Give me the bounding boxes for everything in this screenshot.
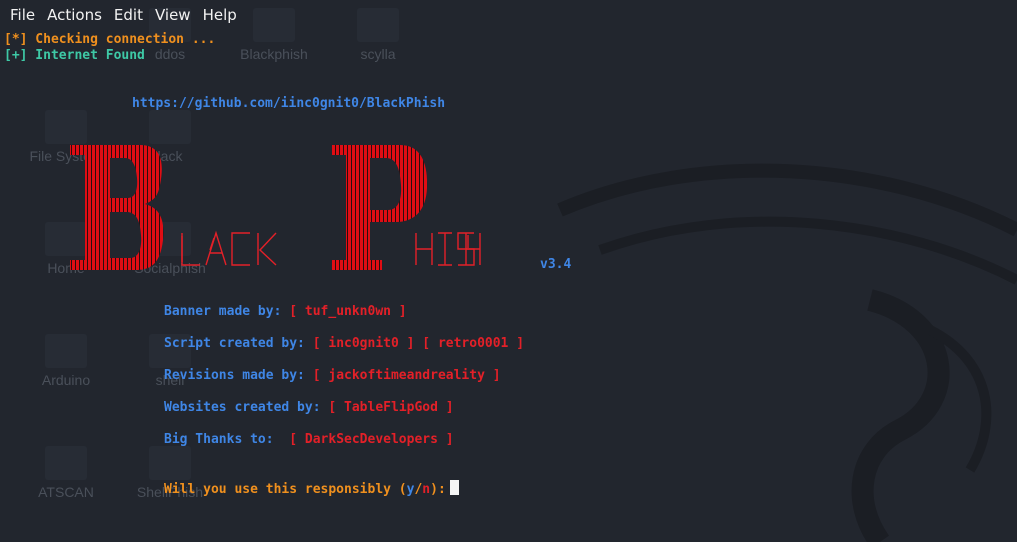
menu-help[interactable]: Help	[197, 6, 243, 24]
menu-actions[interactable]: Actions	[41, 6, 108, 24]
desktop-icon-label: Blackphish	[240, 46, 308, 62]
desktop-icon-label: ATSCAN	[38, 484, 94, 500]
credit-value: [ TableFlipGod ]	[328, 400, 454, 415]
credit-label: Script created by:	[164, 336, 305, 351]
credit-line-banner: Banner made by: [ tuf_unkn0wn ]	[164, 304, 407, 319]
desktop-icon-arduino[interactable]: Arduino	[6, 334, 126, 388]
credit-value: [ jackoftimeandreality ]	[312, 368, 501, 383]
folder-icon	[45, 334, 87, 368]
credit-value: [ DarkSecDevelopers ]	[281, 432, 454, 447]
credit-line-thanks: Big Thanks to: [ DarkSecDevelopers ]	[164, 432, 454, 447]
credit-line-revisions: Revisions made by: [ jackoftimeandrealit…	[164, 368, 501, 383]
logo-letter-b	[70, 145, 164, 270]
credit-value: [ inc0gnit0 ] [ retro0001 ]	[312, 336, 525, 351]
logo-letter-p	[332, 145, 428, 270]
credit-line-websites: Websites created by: [ TableFlipGod ]	[164, 400, 454, 415]
menu-view[interactable]: View	[149, 6, 197, 24]
desktop-icon-atscan[interactable]: ATSCAN	[6, 446, 126, 500]
credit-label: Revisions made by:	[164, 368, 305, 383]
menu-file[interactable]: File	[4, 6, 41, 24]
version-label: v3.4	[540, 257, 572, 272]
credit-label: Big Thanks to:	[164, 432, 274, 447]
logo-lack	[181, 230, 277, 266]
terminal-cursor[interactable]	[449, 480, 459, 495]
prompt-text: Will you use this responsibly (	[164, 482, 407, 497]
responsibility-prompt[interactable]: Will you use this responsibly (y/n):	[164, 480, 459, 497]
credit-label: Websites created by:	[164, 400, 321, 415]
credit-value: [ tuf_unkn0wn ]	[289, 304, 407, 319]
github-url: https://github.com/iinc0gnit0/BlackPhish	[132, 96, 446, 111]
folder-icon	[149, 110, 191, 144]
credit-label: Banner made by:	[164, 304, 282, 319]
folder-icon	[149, 446, 191, 480]
terminal-menubar: File Actions Edit View Help	[0, 0, 1017, 30]
status-checking-connection: [*] Checking connection ...	[4, 32, 216, 47]
prompt-no: n	[422, 482, 431, 497]
desktop-icon-label: Arduino	[41, 372, 91, 388]
status-internet-found: [+] Internet Found	[4, 48, 145, 63]
blackphish-ascii-logo	[70, 145, 481, 270]
menu-edit[interactable]: Edit	[108, 6, 149, 24]
credit-line-script: Script created by: [ inc0gnit0 ] [ retro…	[164, 336, 524, 351]
folder-icon	[45, 446, 87, 480]
prompt-end: ):	[430, 482, 446, 497]
desktop-icon-label: scylla	[360, 46, 396, 62]
drive-icon	[45, 110, 87, 144]
